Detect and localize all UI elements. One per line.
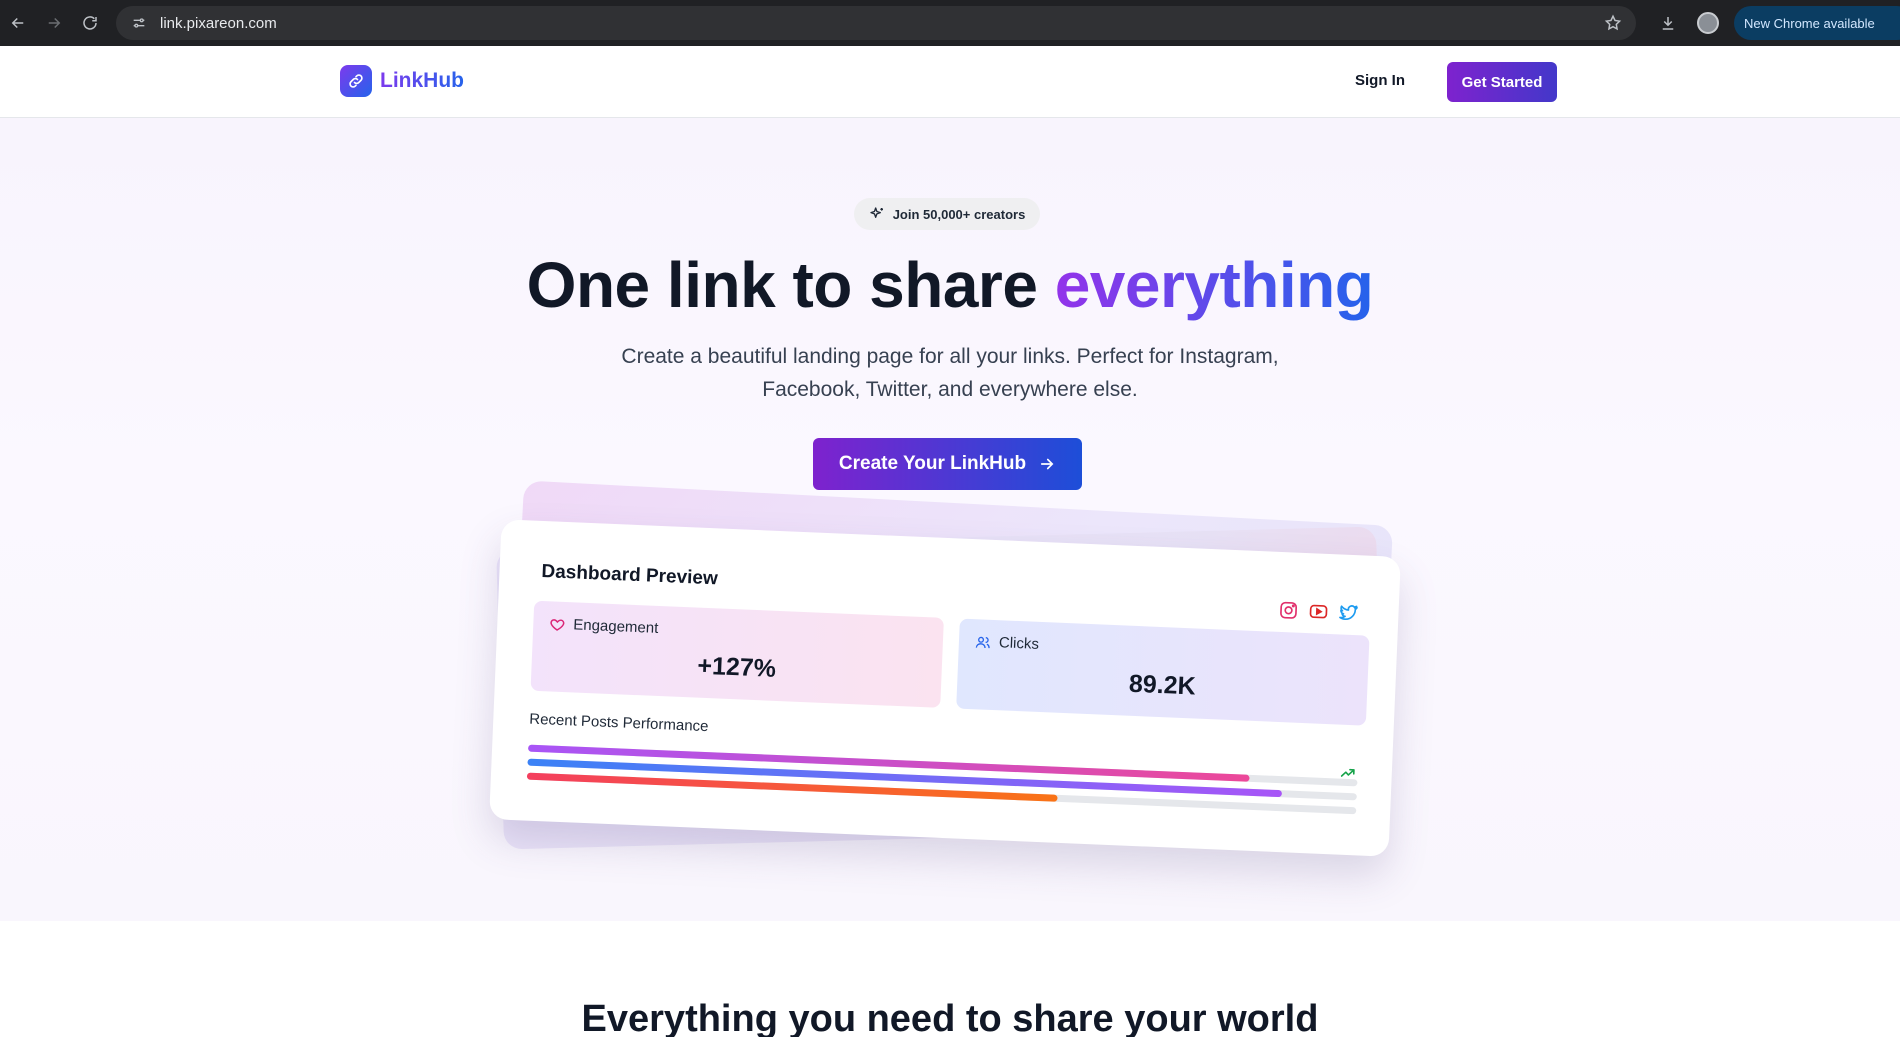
dashboard-title: Dashboard Preview bbox=[541, 561, 719, 590]
creators-badge: Join 50,000+ creators bbox=[854, 198, 1040, 230]
forward-button[interactable] bbox=[36, 5, 72, 41]
address-bar[interactable]: link.pixareon.com bbox=[116, 6, 1636, 40]
features-heading: Everything you need to share your world bbox=[581, 998, 1319, 1037]
site-header: LinkHub Sign In Get Started bbox=[0, 46, 1900, 118]
instagram-icon bbox=[1278, 600, 1299, 621]
browser-toolbar: link.pixareon.com New Chrome available bbox=[0, 0, 1900, 46]
bookmark-star-icon[interactable] bbox=[1604, 14, 1622, 37]
hero-headline: One link to share everything bbox=[0, 248, 1900, 322]
sign-in-link[interactable]: Sign In bbox=[1355, 72, 1405, 89]
sparkles-icon bbox=[869, 206, 885, 222]
dashboard-preview-card: Dashboard Preview Engagement +127% Click… bbox=[489, 519, 1401, 857]
cta-label: Create Your LinkHub bbox=[838, 453, 1027, 474]
youtube-icon bbox=[1308, 601, 1329, 622]
headline-main: One link to share bbox=[526, 249, 1055, 321]
badge-text: Join 50,000+ creators bbox=[892, 206, 1026, 222]
headline-accent: everything bbox=[1054, 249, 1374, 321]
twitter-icon bbox=[1338, 602, 1359, 623]
hero-section: Join 50,000+ creators One link to share … bbox=[0, 118, 1900, 921]
engagement-value: +127% bbox=[696, 651, 777, 683]
clicks-stat: Clicks 89.2K bbox=[956, 618, 1370, 726]
clicks-label: Clicks bbox=[998, 634, 1040, 653]
brand-logo[interactable]: LinkHub bbox=[340, 65, 464, 97]
create-linkhub-button[interactable]: Create Your LinkHub bbox=[813, 438, 1082, 490]
reload-button[interactable] bbox=[72, 5, 108, 41]
clicks-value: 89.2K bbox=[1128, 669, 1197, 701]
recent-posts-label: Recent Posts Performance bbox=[528, 710, 709, 736]
link-icon bbox=[340, 65, 372, 97]
download-icon[interactable] bbox=[1654, 9, 1682, 37]
url-text: link.pixareon.com bbox=[160, 14, 277, 32]
heart-icon bbox=[549, 616, 566, 633]
subtext-line-2: Facebook, Twitter, and everywhere else. bbox=[762, 378, 1138, 401]
subtext-line-1: Create a beautiful landing page for all … bbox=[621, 345, 1279, 368]
profile-avatar[interactable] bbox=[1694, 9, 1722, 37]
chrome-update-button[interactable]: New Chrome available bbox=[1734, 6, 1900, 40]
brand-name: LinkHub bbox=[380, 69, 464, 92]
arrow-right-icon bbox=[1038, 455, 1056, 473]
back-button[interactable] bbox=[0, 5, 36, 41]
site-settings-icon[interactable] bbox=[124, 15, 154, 31]
hero-subtext: Create a beautiful landing page for all … bbox=[600, 340, 1300, 406]
users-icon bbox=[975, 634, 992, 651]
engagement-stat: Engagement +127% bbox=[530, 600, 944, 708]
engagement-label: Engagement bbox=[572, 616, 659, 637]
get-started-button[interactable]: Get Started bbox=[1447, 62, 1557, 102]
social-icons bbox=[1278, 600, 1359, 623]
